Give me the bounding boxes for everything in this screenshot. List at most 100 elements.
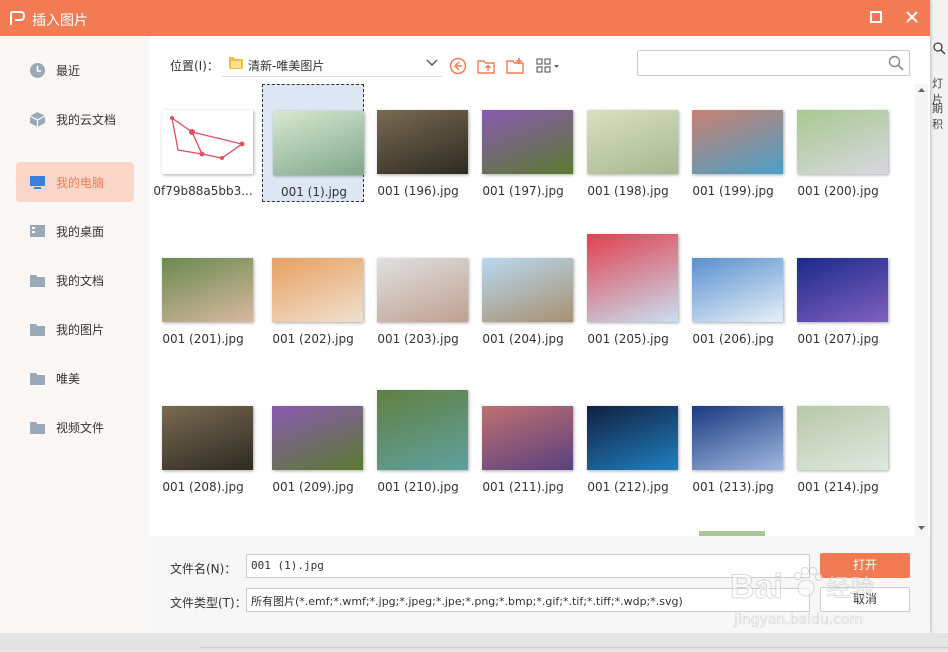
thumbnail-image (377, 390, 468, 470)
thumbnail-image (377, 258, 468, 322)
search-icon[interactable] (888, 55, 904, 71)
file-name: 001 (207).jpg (797, 332, 879, 346)
file-grid: 0f79b88a5bb3... 001 (1).jpg 001 (196).jpg 0… (150, 84, 915, 536)
thumbnail-image (797, 406, 888, 470)
sidebar-item-label: 我的桌面 (56, 225, 105, 239)
sidebar-item-label: 我的图片 (56, 323, 105, 337)
file-thumbnail[interactable]: 001 (206).jpg (682, 232, 784, 350)
sidebar-item-weimei[interactable]: 唯美 (16, 358, 134, 398)
file-thumbnail[interactable]: 001 (208).jpg (152, 380, 254, 498)
view-grid-icon[interactable] (535, 56, 563, 76)
toolbar: 位置(I)： 清新-唯美图片 (150, 36, 930, 84)
file-name: 001 (214).jpg (797, 480, 879, 494)
thumbnail-image (587, 406, 678, 470)
file-name: 001 (213).jpg (692, 480, 774, 494)
thumbnail-image (273, 111, 364, 175)
search-box[interactable] (637, 50, 910, 76)
sidebar-item-cloud-docs[interactable]: 我的云文档 (16, 99, 134, 139)
title-bar: 插入图片 (0, 0, 930, 36)
sidebar-item-my-computer[interactable]: 我的电脑 (16, 162, 134, 202)
background-text: 期积 (932, 102, 943, 131)
dialog-title: 插入图片 (32, 13, 88, 29)
sidebar-item-label: 唯美 (56, 372, 81, 386)
thumbnail-image (587, 234, 678, 322)
up-folder-icon[interactable] (476, 56, 496, 76)
watermark-url: jingyan.baidu.com (733, 612, 863, 628)
thumbnail-image (692, 258, 783, 322)
file-name: 001 (210).jpg (377, 480, 459, 494)
sidebar-item-my-pictures[interactable]: 我的图片 (16, 309, 134, 349)
back-icon[interactable] (448, 56, 468, 76)
location-label: 位置(I)： (170, 59, 219, 73)
file-thumbnail[interactable]: 0f79b88a5bb3... (152, 84, 254, 202)
sidebar-item-label: 我的云文档 (56, 113, 117, 127)
sidebar-item-my-documents[interactable]: 我的文档 (16, 260, 134, 300)
file-thumbnail[interactable]: 001 (200).jpg (787, 84, 889, 202)
paw-icon (794, 567, 823, 597)
file-thumbnail[interactable]: 001 (196).jpg (367, 84, 469, 202)
file-thumbnail[interactable]: 001 (213).jpg (682, 380, 784, 498)
file-name: 001 (212).jpg (587, 480, 669, 494)
desktop-icon (30, 225, 45, 237)
location-dropdown[interactable]: 清新-唯美图片 (222, 52, 442, 77)
file-name: 001 (205).jpg (587, 332, 669, 346)
scroll-up-icon[interactable] (917, 86, 926, 94)
file-name: 001 (211).jpg (482, 480, 564, 494)
file-name: 001 (209).jpg (272, 480, 354, 494)
new-folder-icon[interactable] (505, 56, 525, 76)
search-input[interactable] (642, 51, 886, 75)
file-thumbnail[interactable]: 001 (212).jpg (577, 380, 679, 498)
background-window-edge: 灯片 期积 (928, 0, 948, 651)
thumbnail-image (377, 110, 468, 174)
thumbnail-image (272, 258, 363, 322)
file-thumbnail[interactable]: 001 (211).jpg (472, 380, 574, 498)
scroll-down-icon[interactable] (917, 524, 926, 532)
file-thumbnail[interactable]: 001 (1).jpg (262, 84, 364, 202)
file-thumbnail[interactable]: 001 (203).jpg (367, 232, 469, 350)
file-thumbnail[interactable]: 001 (202).jpg (262, 232, 364, 350)
sidebar-item-videos[interactable]: 视频文件 (16, 407, 134, 447)
sidebar-item-label: 我的文档 (56, 274, 105, 288)
thumbnail-image (482, 406, 573, 470)
file-thumbnail[interactable]: 001 (201).jpg (152, 232, 254, 350)
file-name: 001 (200).jpg (797, 184, 879, 198)
search-icon (933, 42, 946, 55)
file-thumbnail[interactable]: 001 (197).jpg (472, 84, 574, 202)
sidebar-item-desktop[interactable]: 我的桌面 (16, 211, 134, 251)
file-thumbnail[interactable]: 001 (198).jpg (577, 84, 679, 202)
file-name: 001 (196).jpg (377, 184, 459, 198)
file-thumbnail[interactable]: 001 (205).jpg (577, 232, 679, 350)
sidebar-item-recent[interactable]: 最近 (16, 50, 134, 90)
watermark-brand: Bai (730, 568, 783, 606)
thumbnail-image (587, 110, 678, 174)
thumbnail-image (692, 406, 783, 470)
file-thumbnail[interactable]: 001 (210).jpg (367, 380, 469, 498)
folder-icon (30, 275, 45, 287)
baidu-watermark: Bai 经验 jingyan.baidu.com (730, 567, 874, 628)
clock-icon (30, 63, 45, 78)
thumbnail-image (272, 406, 363, 470)
diagram-image-icon (170, 116, 245, 160)
file-thumbnail[interactable]: 001 (207).jpg (787, 232, 889, 350)
filename-input[interactable]: 001 (1).jpg (246, 554, 810, 578)
maximize-icon[interactable] (869, 10, 883, 24)
folder-icon (30, 373, 45, 385)
file-thumbnail[interactable]: 001 (209).jpg (262, 380, 364, 498)
close-icon[interactable] (904, 9, 920, 25)
file-thumbnail[interactable]: 001 (199).jpg (682, 84, 784, 202)
filetype-select[interactable]: 所有图片(*.emf;*.wmf;*.jpg;*.jpeg;*.jpe;*.pn… (246, 588, 810, 612)
file-name: 001 (204).jpg (482, 332, 564, 346)
wps-logo-icon (10, 11, 26, 25)
file-thumbnail[interactable]: 001 (214).jpg (787, 380, 889, 498)
file-name: 001 (198).jpg (587, 184, 669, 198)
sidebar-item-label: 视频文件 (56, 421, 105, 435)
file-thumbnail[interactable]: 001 (204).jpg (472, 232, 574, 350)
thumbnail-image (162, 110, 253, 174)
vertical-scrollbar[interactable] (915, 84, 928, 536)
folder-icon (30, 324, 45, 336)
watermark-suffix: 经验 (826, 574, 874, 602)
thumbnail-image (162, 258, 253, 322)
filename-label: 文件名(N)： (170, 562, 237, 576)
background-bottom-strip (0, 633, 948, 651)
thumbnail-image (797, 258, 888, 322)
